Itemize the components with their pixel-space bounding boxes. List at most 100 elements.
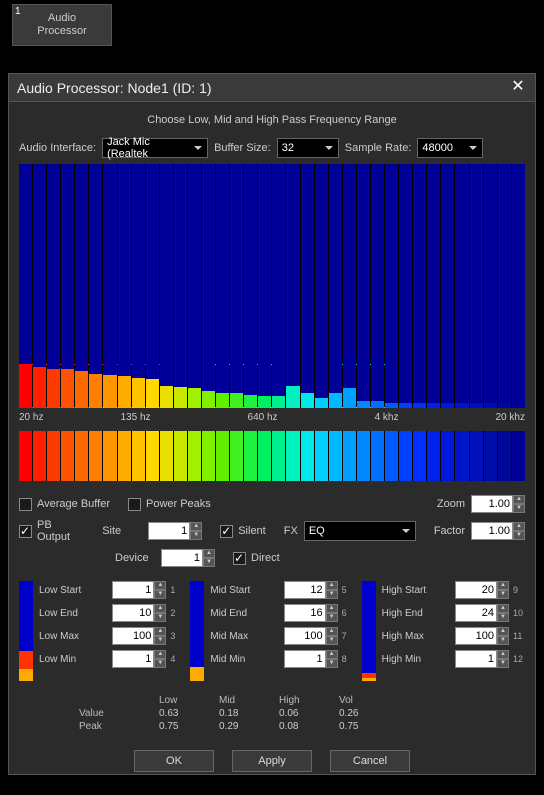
- fx-label: FX: [284, 525, 298, 537]
- param-index: 1: [170, 585, 182, 595]
- low-meter: [19, 581, 33, 681]
- spectrum-bar: [146, 164, 159, 408]
- options-row-1: Average Buffer Power Peaks Zoom ▲▼: [19, 495, 525, 513]
- spectrum-bar: [301, 164, 314, 408]
- options-row-3: Device ▲▼ Direct: [19, 549, 525, 567]
- low-end-label: Low End: [39, 608, 108, 619]
- mid-band-column: Mid Start▲▼5Mid End▲▼6Mid Max▲▼7Mid Min▲…: [190, 581, 353, 681]
- low-band-column: Low Start ▲▼ 1 Low End ▲▼ 2 Low Max ▲▼ 3 Low Min ▲…: [19, 581, 182, 681]
- node-block[interactable]: 1 Audio Processor: [12, 4, 112, 46]
- audio-interface-select[interactable]: Jack Mic (Realtek: [102, 138, 208, 158]
- spectrum-bar: [244, 164, 257, 408]
- low-min-label: Low Min: [39, 654, 108, 665]
- buffer-size-select[interactable]: 32: [277, 138, 339, 158]
- spectrum-bar: [470, 164, 483, 408]
- ok-button[interactable]: OK: [134, 750, 214, 772]
- chevron-up-icon[interactable]: ▲: [513, 495, 525, 504]
- color-scale-bar: [19, 431, 525, 481]
- high-min-label: High Min: [382, 654, 451, 665]
- param-index: 6: [342, 608, 354, 618]
- avg-buffer-label: Average Buffer: [37, 498, 110, 510]
- low-min-spinner[interactable]: ▲▼: [112, 650, 166, 668]
- fx-select[interactable]: EQ: [304, 521, 416, 541]
- band-section: Low Start ▲▼ 1 Low End ▲▼ 2 Low Max ▲▼ 3 Low Min ▲…: [19, 581, 525, 681]
- stats-table: Low Mid High Vol Value 0.63 0.18 0.06 0.…: [79, 695, 525, 732]
- high-min-spinner[interactable]: ▲▼: [455, 650, 509, 668]
- spectrum-bar: [512, 164, 525, 408]
- cancel-button[interactable]: Cancel: [330, 750, 410, 772]
- pb-output-checkbox[interactable]: [19, 525, 32, 538]
- spectrum-bar: [160, 164, 173, 408]
- apply-button[interactable]: Apply: [232, 750, 312, 772]
- low-max-label: Low Max: [39, 631, 108, 642]
- mid-max-spinner[interactable]: ▲▼: [284, 627, 338, 645]
- param-index: 8: [342, 654, 354, 664]
- device-spinner[interactable]: ▲▼: [161, 549, 215, 567]
- high-start-spinner[interactable]: ▲▼: [455, 581, 509, 599]
- spectrum-bar: [132, 164, 145, 408]
- spectrum-bar: [371, 164, 384, 408]
- spectrum-bar: [33, 164, 46, 408]
- spectrum-bar: [19, 164, 32, 408]
- zoom-label: Zoom: [437, 498, 465, 510]
- spectrum-bar: [427, 164, 440, 408]
- spectrum-bar: [89, 164, 102, 408]
- param-index: 12: [513, 654, 525, 664]
- param-index: 2: [170, 608, 182, 618]
- options-row-2: PB Output Site ▲▼ Silent FX EQ Factor ▲▼: [19, 519, 525, 543]
- spectrum-bar: [329, 164, 342, 408]
- factor-label: Factor: [434, 525, 465, 537]
- mid-max-label: Mid Max: [210, 631, 279, 642]
- iface-label: Audio Interface:: [19, 142, 96, 154]
- low-max-spinner[interactable]: ▲▼: [112, 627, 166, 645]
- direct-checkbox[interactable]: [233, 552, 246, 565]
- spectrum-bar: [399, 164, 412, 408]
- mid-end-label: Mid End: [210, 608, 279, 619]
- factor-spinner[interactable]: ▲▼: [471, 522, 525, 540]
- silent-checkbox[interactable]: [220, 525, 233, 538]
- param-index: 9: [513, 585, 525, 595]
- high-max-label: High Max: [382, 631, 451, 642]
- spectrum-bar: [174, 164, 187, 408]
- chevron-down-icon[interactable]: ▼: [513, 504, 525, 513]
- spectrum-bar: [343, 164, 356, 408]
- silent-label: Silent: [238, 525, 266, 537]
- buffer-label: Buffer Size:: [214, 142, 271, 154]
- spectrum-bar: [272, 164, 285, 408]
- param-index: 3: [170, 631, 182, 641]
- mid-min-spinner[interactable]: ▲▼: [284, 650, 338, 668]
- close-icon[interactable]: ✕: [509, 79, 527, 97]
- zoom-spinner[interactable]: ▲▼: [471, 495, 525, 513]
- dialog-title: Audio Processor: Node1 (ID: 1): [17, 80, 212, 96]
- low-start-label: Low Start: [39, 585, 108, 596]
- high-end-spinner[interactable]: ▲▼: [455, 604, 509, 622]
- spectrum-bar: [385, 164, 398, 408]
- site-spinner[interactable]: ▲▼: [148, 522, 202, 540]
- high-max-spinner[interactable]: ▲▼: [455, 627, 509, 645]
- mid-min-label: Mid Min: [210, 654, 279, 665]
- low-end-spinner[interactable]: ▲▼: [112, 604, 166, 622]
- spectrum-bar: [258, 164, 271, 408]
- mid-end-spinner[interactable]: ▲▼: [284, 604, 338, 622]
- mid-start-spinner[interactable]: ▲▼: [284, 581, 338, 599]
- spectrum-bar: [47, 164, 60, 408]
- spectrum-bar: [413, 164, 426, 408]
- site-label: Site: [102, 525, 142, 537]
- node-index: 1: [15, 5, 21, 18]
- dialog-buttons: OK Apply Cancel: [19, 750, 525, 772]
- spectrum-bar: [357, 164, 370, 408]
- spectrum-bar: [498, 164, 511, 408]
- param-index: 11: [513, 631, 525, 641]
- spectrum-chart[interactable]: [19, 164, 525, 408]
- direct-label: Direct: [251, 552, 280, 564]
- high-meter: [362, 581, 376, 681]
- spectrum-bar: [61, 164, 74, 408]
- power-peaks-checkbox[interactable]: [128, 498, 141, 511]
- avg-buffer-checkbox[interactable]: [19, 498, 32, 511]
- freq-axis-labels: 20 hz 135 hz 640 hz 4 khz 20 khz: [19, 412, 525, 423]
- spectrum-bar: [118, 164, 131, 408]
- audio-processor-dialog: Audio Processor: Node1 (ID: 1) ✕ Choose …: [8, 73, 536, 775]
- param-index: 4: [170, 654, 182, 664]
- low-start-spinner[interactable]: ▲▼: [112, 581, 166, 599]
- sample-rate-select[interactable]: 48000: [417, 138, 483, 158]
